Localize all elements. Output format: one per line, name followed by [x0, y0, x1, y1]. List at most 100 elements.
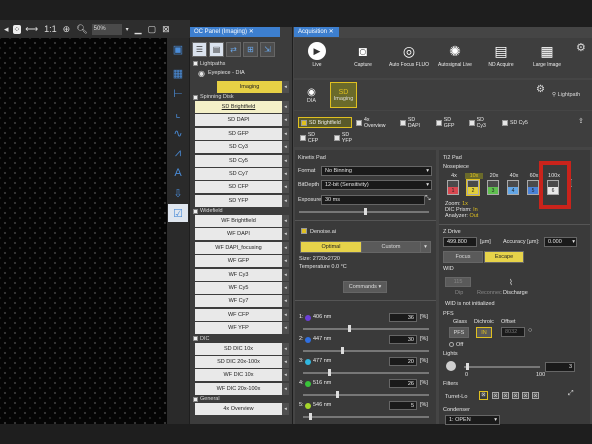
close-icon[interactable]: ⊠	[160, 24, 172, 35]
image-canvas[interactable]	[0, 38, 167, 424]
exposure-slider-thumb[interactable]	[364, 208, 367, 215]
optical-config-chip[interactable]: SD Brightfield	[298, 117, 352, 128]
dia-mode-button[interactable]: ◉ DIA	[298, 82, 325, 108]
oc-item[interactable]: SD CFP ◂	[195, 181, 289, 194]
optical-config-chip[interactable]: 4x Overview	[354, 117, 394, 129]
laser-slider-thumb[interactable]	[309, 413, 313, 420]
acq-tool-1[interactable]: ◙ Capture	[340, 38, 386, 78]
optical-config-chip[interactable]: SD Cy3	[467, 117, 495, 129]
lightpath-link[interactable]: ⚲ Lightpath	[552, 92, 580, 98]
lightpath-imaging[interactable]: Imaging ◂	[217, 80, 289, 93]
fit-window-icon[interactable]: ⁘	[12, 24, 22, 34]
oc-item[interactable]: WF DIC 20x-100x ◂	[195, 382, 289, 395]
pfs-off-radio[interactable]	[449, 342, 454, 347]
custom-dropdown[interactable]: ▾	[420, 241, 431, 253]
accuracy-select[interactable]: 0.000 ▾	[544, 237, 577, 247]
pfs-button[interactable]: PFS	[449, 327, 469, 338]
dichroic-button[interactable]: IN	[476, 327, 492, 338]
link-icon[interactable]: ⤡	[425, 195, 431, 203]
compact-view-icon[interactable]: ▤	[209, 41, 224, 57]
optimal-button[interactable]: Optimal	[300, 241, 362, 253]
optical-config-chip[interactable]: SD YFP	[332, 132, 362, 144]
zoom-out-icon[interactable]: 🔍︎	[74, 24, 89, 35]
oc-item[interactable]: SD Cy3 ◂	[195, 141, 289, 154]
filter-slot-3[interactable]: ⊠	[502, 392, 509, 399]
upload-icon[interactable]: ⇪	[578, 117, 584, 125]
imaging-mode-button[interactable]: SD Imaging	[330, 82, 357, 108]
oc-item[interactable]: SD DAPI ◂	[195, 114, 289, 127]
wid-step-button[interactable]: 115	[445, 277, 471, 287]
laser-slider-track[interactable]	[303, 350, 429, 352]
escape-button[interactable]: Escape	[484, 251, 524, 263]
laser-slider-track[interactable]	[303, 372, 429, 374]
oc-item[interactable]: SD Brightfield ◂	[195, 100, 289, 113]
oc-item[interactable]: WF Cy7 ◂	[195, 295, 289, 308]
laser-slider-track[interactable]	[303, 416, 429, 418]
acq-tool-2[interactable]: ◎ Auto Focus FLUO	[386, 38, 432, 78]
filter-slot-2[interactable]: ⊠	[492, 392, 499, 399]
offset-field[interactable]: 8032	[501, 327, 525, 337]
layout-icon[interactable]: ▣	[168, 40, 188, 58]
objective-button[interactable]: 1	[447, 180, 459, 195]
laser-power-field[interactable]: 20	[389, 357, 417, 366]
oc-item[interactable]: WF Cy5 ◂	[195, 282, 289, 295]
oc-item[interactable]: WF DIC 10x ◂	[195, 369, 289, 382]
laser-slider-thumb[interactable]	[328, 369, 332, 376]
group-spinning-disk[interactable]: Spinning Disk	[191, 94, 291, 101]
acq-tool-5[interactable]: ▦ Large Image	[524, 38, 570, 78]
acq-tool-4[interactable]: ▤ ND Acquire	[478, 38, 524, 78]
group-widefield[interactable]: Widefield	[191, 208, 291, 215]
exposure-field[interactable]: 30 ms	[321, 195, 425, 205]
lights-slider-thumb[interactable]	[466, 363, 470, 370]
discharge-icon[interactable]: ⌇	[509, 278, 513, 287]
filter-slot-6[interactable]: ⊠	[532, 392, 539, 399]
expand-icon[interactable]: ⤢	[568, 390, 574, 398]
oc-item[interactable]: WF Cy3 ◂	[195, 268, 289, 281]
acq-tool-0[interactable]: ▶ Live	[294, 38, 340, 78]
scroll-left-icon[interactable]: ◂	[2, 24, 11, 35]
zoom-in-icon[interactable]: ⊕	[61, 24, 73, 35]
wid-discharge-button[interactable]: Discharge	[503, 290, 528, 296]
denoise-checkbox[interactable]	[301, 228, 307, 234]
add-config-icon[interactable]: ⇄	[226, 41, 241, 57]
filter-slot-4[interactable]: ⊠	[512, 392, 519, 399]
acquisition-tab[interactable]: Acquisition ✕	[294, 27, 339, 37]
oc-panel-tab[interactable]: OC Panel (Imaging) ✕	[190, 27, 280, 37]
text-icon[interactable]: A	[168, 164, 188, 182]
laser-power-field[interactable]: 30	[389, 335, 417, 344]
checked-icon[interactable]: ☑	[168, 204, 188, 222]
laser-power-field[interactable]: 36	[389, 313, 417, 322]
search-icon[interactable]: ○	[528, 327, 532, 334]
curve-icon[interactable]: ∿	[168, 124, 188, 142]
oc-item[interactable]: WF DAPI_focusing ◂	[195, 241, 289, 254]
grid-icon[interactable]: ▦	[168, 64, 188, 82]
filter-slot-1[interactable]: ⊠	[479, 391, 488, 400]
profile-icon[interactable]: ⩘	[168, 144, 188, 162]
light-power-icon[interactable]	[446, 361, 456, 371]
condenser-select[interactable]: 1: OPEN ▾	[445, 415, 500, 425]
focus-button[interactable]: Focus	[443, 251, 483, 263]
gear-icon[interactable]: ⚙	[536, 84, 545, 95]
optical-config-chip[interactable]: SD GFP	[434, 117, 464, 129]
filter-slot-5[interactable]: ⊠	[522, 392, 529, 399]
list-view-icon[interactable]: ☰	[192, 41, 207, 57]
edit-config-icon[interactable]: ⇲	[260, 41, 275, 57]
laser-power-field[interactable]: 26	[389, 379, 417, 388]
oc-item[interactable]: SD DIC 10x ◂	[195, 342, 289, 355]
lights-slider-track[interactable]	[464, 366, 540, 368]
zoom-dropdown-icon[interactable]: ▾	[124, 26, 131, 33]
wid-dip-button[interactable]: Dip	[455, 290, 463, 296]
minimize-icon[interactable]: ▁	[133, 24, 144, 35]
stamp-icon[interactable]: ⇩	[168, 184, 188, 202]
optical-config-chip[interactable]: SD DAPI	[398, 117, 430, 129]
maximize-icon[interactable]: ▢	[146, 24, 159, 35]
roi-icon[interactable]: ⌞	[168, 104, 188, 122]
oc-item[interactable]: WF YFP ◂	[195, 322, 289, 335]
objective-button[interactable]: 3	[487, 180, 499, 195]
group-lightpaths[interactable]: Lightpaths	[191, 60, 291, 67]
objective-button[interactable]: 5	[527, 180, 539, 195]
save-config-icon[interactable]: ⊞	[243, 41, 258, 57]
zoom-ratio-button[interactable]: 1:1	[42, 24, 59, 34]
wid-reconnect-button[interactable]: Reconnec	[477, 290, 502, 296]
lightpath-eyepiece[interactable]: ◉ Eyepiece - DIA	[195, 67, 289, 80]
